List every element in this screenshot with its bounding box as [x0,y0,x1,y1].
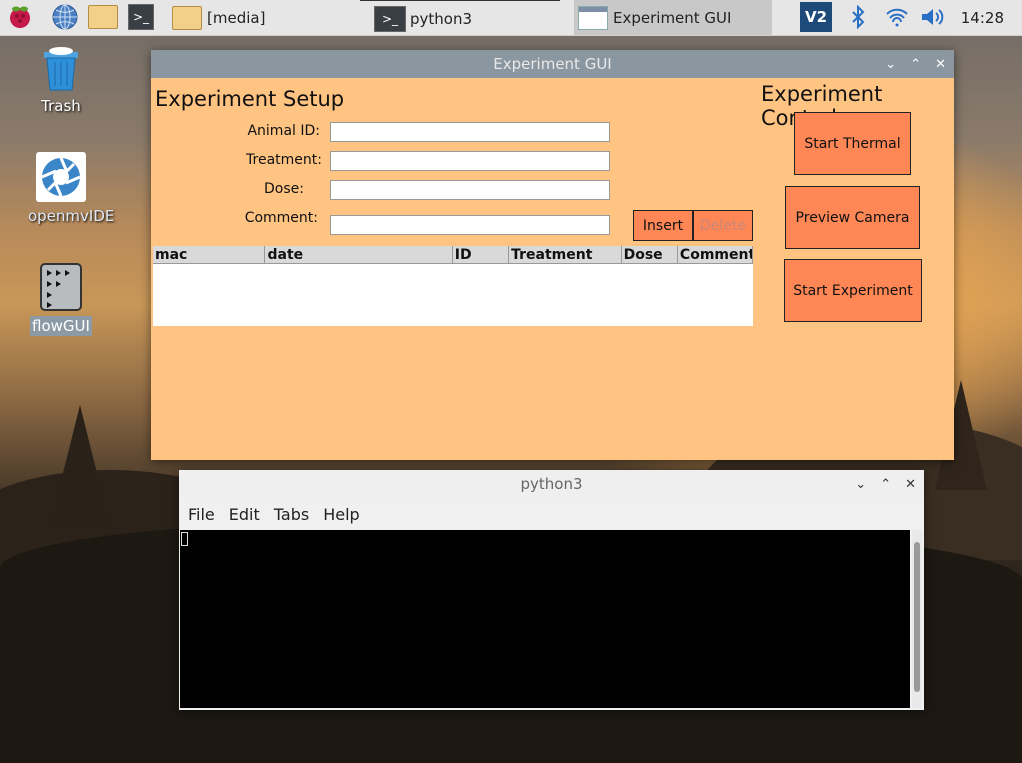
file-manager-icon[interactable] [88,3,118,31]
raspberry-menu-icon[interactable] [5,3,35,31]
terminal-scrollbar[interactable] [912,530,922,708]
insert-button[interactable]: Insert [633,210,693,241]
window-title: Experiment GUI [493,55,612,73]
animal-id-label: Animal ID: [247,123,320,139]
window-titlebar[interactable]: python3 ⌄ ⌃ ✕ [179,470,924,498]
clock[interactable]: 14:28 [961,9,1004,27]
desktop-icon-flowgui[interactable]: flowGUI [26,262,96,336]
delete-button[interactable]: Delete [693,210,753,241]
column-header-id[interactable]: ID [452,246,510,264]
menu-edit[interactable]: Edit [229,505,260,524]
column-header-date[interactable]: date [265,246,453,264]
vnc-icon[interactable]: V2 [800,2,832,32]
experiment-gui-window: Experiment GUI ⌄ ⌃ ✕ Experiment Setup An… [151,50,954,460]
chevron-down-icon[interactable]: ⌄ [885,57,896,72]
close-icon[interactable]: ✕ [935,57,946,72]
close-icon[interactable]: ✕ [905,477,916,492]
volume-icon[interactable] [918,3,948,31]
window-titlebar[interactable]: Experiment GUI ⌄ ⌃ ✕ [151,50,954,78]
treatment-input[interactable] [330,151,610,171]
desktop-icon-openmvide[interactable]: openmvIDE [26,152,114,226]
folder-icon [172,5,202,30]
column-header-mac[interactable]: mac [153,246,266,264]
task-experiment-gui[interactable]: Experiment GUI [574,0,772,35]
task-label: [media] [207,8,266,27]
window-title: python3 [520,475,583,493]
chevron-up-icon[interactable]: ⌃ [910,57,921,72]
background-pagoda [50,405,110,525]
vnc-label: V2 [804,8,828,26]
script-file-icon [40,263,82,311]
start-thermal-button[interactable]: Start Thermal [794,112,911,175]
dose-label: Dose: [264,181,304,197]
taskbar: >_ [media] >_ python3 Experiment GUI V2 … [0,0,1022,36]
table-header: mac date ID Treatment Dose Comment [153,246,753,264]
column-header-dose[interactable]: Dose [621,246,678,264]
comment-input[interactable] [330,215,610,235]
menu-help[interactable]: Help [323,505,359,524]
task-label: python3 [410,9,473,28]
animal-id-input[interactable] [330,122,610,142]
records-table[interactable]: mac date ID Treatment Dose Comment [153,246,753,326]
terminal-launcher-icon[interactable]: >_ [128,3,158,31]
aperture-icon [36,152,86,202]
trash-icon [44,47,78,91]
task-media[interactable]: [media] [172,0,352,35]
chevron-down-icon[interactable]: ⌄ [855,477,866,492]
column-header-comment[interactable]: Comment [677,246,753,264]
task-python3[interactable]: >_ python3 [360,0,560,36]
desktop-icon-label: openmvIDE [28,207,115,225]
window-icon [578,5,608,30]
task-label: Experiment GUI [613,8,732,27]
terminal-screen[interactable] [180,530,910,708]
preview-camera-button[interactable]: Preview Camera [785,186,920,249]
comment-label: Comment: [244,210,318,226]
setup-heading: Experiment Setup [155,87,345,111]
desktop-icon-label: flowGUI [30,316,92,336]
browser-globe-icon[interactable] [50,3,80,31]
start-experiment-button[interactable]: Start Experiment [784,259,922,322]
bluetooth-icon[interactable] [843,3,873,31]
wifi-icon[interactable] [882,3,912,31]
column-header-treatment[interactable]: Treatment [509,246,622,264]
terminal-menubar: File Edit Tabs Help [179,498,924,530]
desktop-icon-label: Trash [41,97,81,115]
text-cursor [181,532,188,546]
chevron-up-icon[interactable]: ⌃ [880,477,891,492]
menu-tabs[interactable]: Tabs [274,505,309,524]
desktop-icon-trash[interactable]: Trash [26,44,96,116]
scrollbar-thumb[interactable] [914,542,920,692]
treatment-label: Treatment: [246,152,322,168]
terminal-icon: >_ [374,5,406,32]
dose-input[interactable] [330,180,610,200]
terminal-window: python3 ⌄ ⌃ ✕ File Edit Tabs Help [179,470,924,710]
menu-file[interactable]: File [188,505,215,524]
